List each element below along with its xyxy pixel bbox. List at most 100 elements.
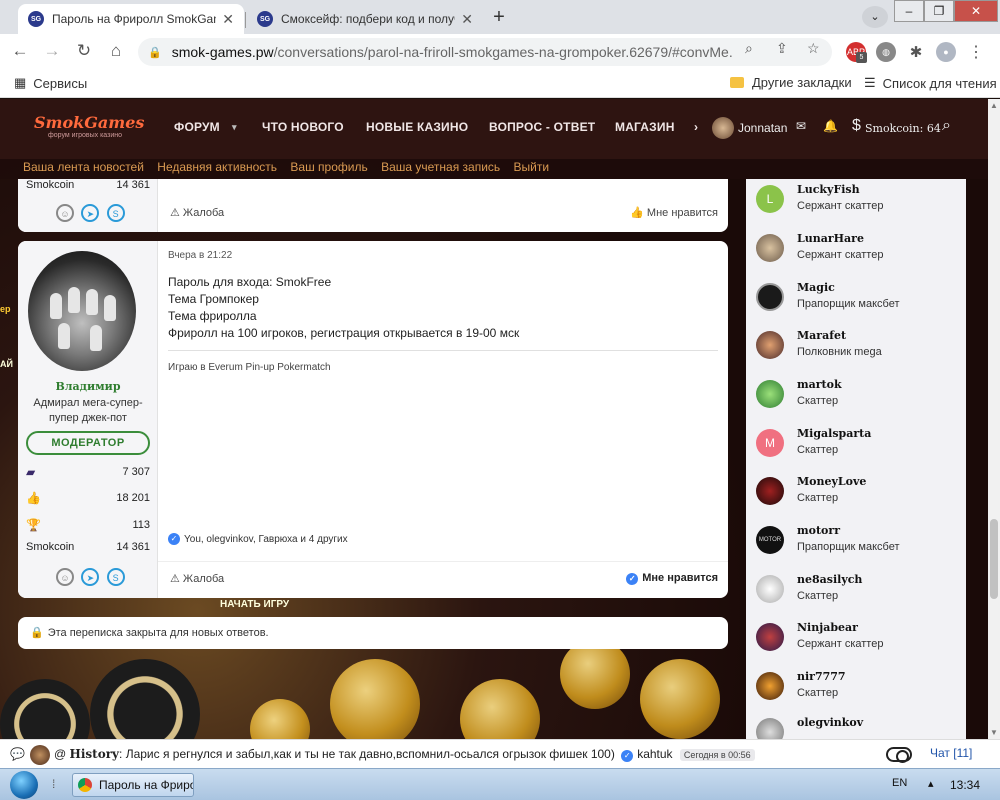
report-label: Жалоба	[182, 573, 225, 585]
telegram-icon[interactable]: ➤	[81, 568, 100, 586]
browser-tab-active[interactable]: SG Пароль на Фриролл SmokGames ✕	[18, 4, 244, 34]
subnav-recent-activity[interactable]: Недавняя активность	[157, 160, 277, 174]
author-name[interactable]: Владимир	[18, 380, 158, 393]
subnav-account[interactable]: Ваша учетная запись	[381, 160, 500, 174]
nav-whats-new[interactable]: ЧТО НОВОГО	[262, 120, 344, 134]
list-item[interactable]: nir7777 Скаттер	[756, 668, 956, 712]
bookmark-other[interactable]: Другие закладки	[730, 75, 852, 90]
like-button[interactable]: ✓ Мне нравится	[626, 572, 718, 585]
page-scrollbar[interactable]: ▲ ▼	[988, 99, 1000, 739]
share-icon[interactable]: ⇪	[776, 40, 788, 57]
member-avatar	[756, 672, 784, 700]
mail-icon[interactable]: ✉	[796, 119, 806, 133]
taskbar-item-label: Пароль на Фрирол	[99, 778, 194, 792]
browser-menu-icon[interactable]: ⋮	[966, 42, 986, 62]
bookmark-star-icon[interactable]: ☆	[807, 40, 820, 57]
search-icon[interactable]: ⌕	[942, 117, 951, 135]
list-item[interactable]: martok Скаттер	[756, 376, 956, 420]
background-coin	[560, 639, 630, 709]
user-avatar[interactable]	[712, 117, 734, 139]
report-link[interactable]: ⚠ Жалоба	[170, 206, 224, 219]
chat-toggle[interactable]	[886, 747, 912, 763]
skype-icon[interactable]: S	[106, 568, 125, 586]
member-avatar	[756, 575, 784, 603]
user-name[interactable]: Jonnatan	[738, 121, 787, 135]
taskbar-chrome-item[interactable]: Пароль на Фрирол	[72, 773, 194, 797]
start-button[interactable]	[10, 771, 38, 799]
thread-closed-notice: 🔒 Эта переписка закрыта для новых ответов…	[18, 617, 728, 649]
author-avatar[interactable]	[28, 251, 136, 371]
site-favicon-icon: SG	[257, 11, 273, 27]
site-logo[interactable]: SmokGames	[34, 113, 144, 132]
scrollbar-thumb[interactable]	[990, 519, 998, 599]
list-item[interactable]: M Migalsparta Скаттер	[756, 425, 956, 469]
nav-shop[interactable]: МАГАЗИН	[615, 120, 675, 134]
skype-icon[interactable]: S	[106, 204, 125, 222]
nav-new-casino[interactable]: НОВЫЕ КАЗИНО	[366, 120, 468, 134]
list-item[interactable]: MoneyLove Скаттер	[756, 473, 956, 517]
post-time[interactable]: Вчера в 21:22	[168, 250, 232, 261]
chat-user-avatar[interactable]	[30, 745, 50, 765]
reaction-summary[interactable]: ✓ You, olegvinkov, Гаврюха и 4 других	[168, 533, 348, 545]
forward-icon[interactable]: →	[40, 40, 64, 62]
like-label: Мне нравится	[646, 207, 718, 219]
globe-extension-icon[interactable]: ◍	[876, 42, 896, 62]
chat-last-message[interactable]: @ History: Ларис я регнулся и забыл,как …	[54, 747, 755, 762]
subnav-profile[interactable]: Ваш профиль	[290, 160, 367, 174]
address-bar[interactable]: 🔒 smok-games.pw /conversations/parol-na-…	[138, 38, 832, 66]
browser-tab[interactable]: SG Смоксейф: подбери код и получ ✕	[247, 4, 483, 34]
chat-open-button[interactable]: Чат [11]	[930, 746, 972, 760]
member-avatar	[756, 477, 784, 505]
telegram-icon[interactable]: ➤	[81, 204, 100, 222]
reload-icon[interactable]: ↻	[72, 40, 96, 62]
subnav-logout[interactable]: Выйти	[514, 160, 550, 174]
nav-qa[interactable]: ВОПРОС - ОТВЕТ	[489, 120, 595, 134]
zoom-icon[interactable]: ⌕	[745, 40, 753, 57]
language-indicator[interactable]: EN	[892, 777, 907, 789]
start-game-text[interactable]: НАЧАТЬ ИГРУ	[220, 599, 289, 610]
system-clock[interactable]: 13:34	[950, 778, 980, 792]
profile-avatar-icon[interactable]: ●	[936, 42, 956, 62]
chat-bubble-icon[interactable]: 💬	[10, 747, 25, 761]
side-banner-fragment: АЙ	[0, 359, 13, 369]
extensions-puzzle-icon[interactable]: ✱	[906, 42, 926, 62]
reading-list-icon: ☰	[864, 75, 876, 90]
chevron-down-icon[interactable]: ▾	[232, 122, 237, 133]
list-item[interactable]: Magic Прапорщик максбет	[756, 279, 956, 323]
subnav-news-feed[interactable]: Ваша лента новостей	[23, 160, 144, 174]
chat-time: Сегодня в 00:56	[679, 749, 755, 761]
like-button[interactable]: 👍 Мне нравится	[630, 206, 718, 219]
tab-close-icon[interactable]: ✕	[222, 11, 234, 28]
profile-contact-icon[interactable]: ☺	[56, 568, 74, 586]
list-item[interactable]: ne8asilych Скаттер	[756, 571, 956, 615]
window-close-button[interactable]: ✕	[954, 0, 998, 22]
list-item[interactable]: Ninjabear Сержант скаттер	[756, 619, 956, 663]
nav-forum[interactable]: ФОРУМ	[174, 120, 220, 134]
nav-more-icon[interactable]: ›	[694, 120, 698, 134]
restore-button[interactable]: ❐	[924, 0, 954, 22]
report-link[interactable]: ⚠ Жалоба	[170, 572, 224, 585]
post-line: Тема Громпокер	[168, 292, 259, 306]
minimize-button[interactable]: –	[894, 0, 924, 22]
bell-icon[interactable]: 🔔	[823, 119, 838, 133]
new-tab-button[interactable]: +	[486, 6, 512, 30]
coins-balance[interactable]: Smokcoin: 64	[865, 122, 941, 135]
list-item[interactable]: MOTOR motorr Прапорщик максбет	[756, 522, 956, 566]
reading-list[interactable]: ☰ Список для чтения	[864, 75, 997, 91]
list-item[interactable]: Marafet Полковник mega	[756, 327, 956, 371]
list-item[interactable]: olegvinkov	[756, 714, 956, 739]
post-signature: Играю в Everum Pin-up Pokermatch	[168, 362, 331, 373]
tab-search-icon[interactable]: ⌄	[862, 6, 888, 28]
bookmark-services[interactable]: ▦ Сервисы	[14, 75, 87, 91]
list-item[interactable]: L LuckyFish Сержант скаттер	[756, 181, 956, 225]
scroll-up-icon[interactable]: ▲	[988, 101, 1000, 110]
scroll-down-icon[interactable]: ▼	[988, 728, 1000, 737]
list-item[interactable]: LunarHare Сержант скаттер	[756, 230, 956, 274]
profile-contact-icon[interactable]: ☺	[56, 204, 74, 222]
back-icon[interactable]: ←	[8, 40, 32, 62]
tray-arrow-icon[interactable]: ▴	[928, 777, 934, 790]
member-rank: Сержант скаттер	[797, 638, 884, 650]
folder-icon	[730, 77, 744, 88]
tab-close-icon[interactable]: ✕	[461, 11, 473, 28]
home-icon[interactable]: ⌂	[104, 40, 128, 62]
